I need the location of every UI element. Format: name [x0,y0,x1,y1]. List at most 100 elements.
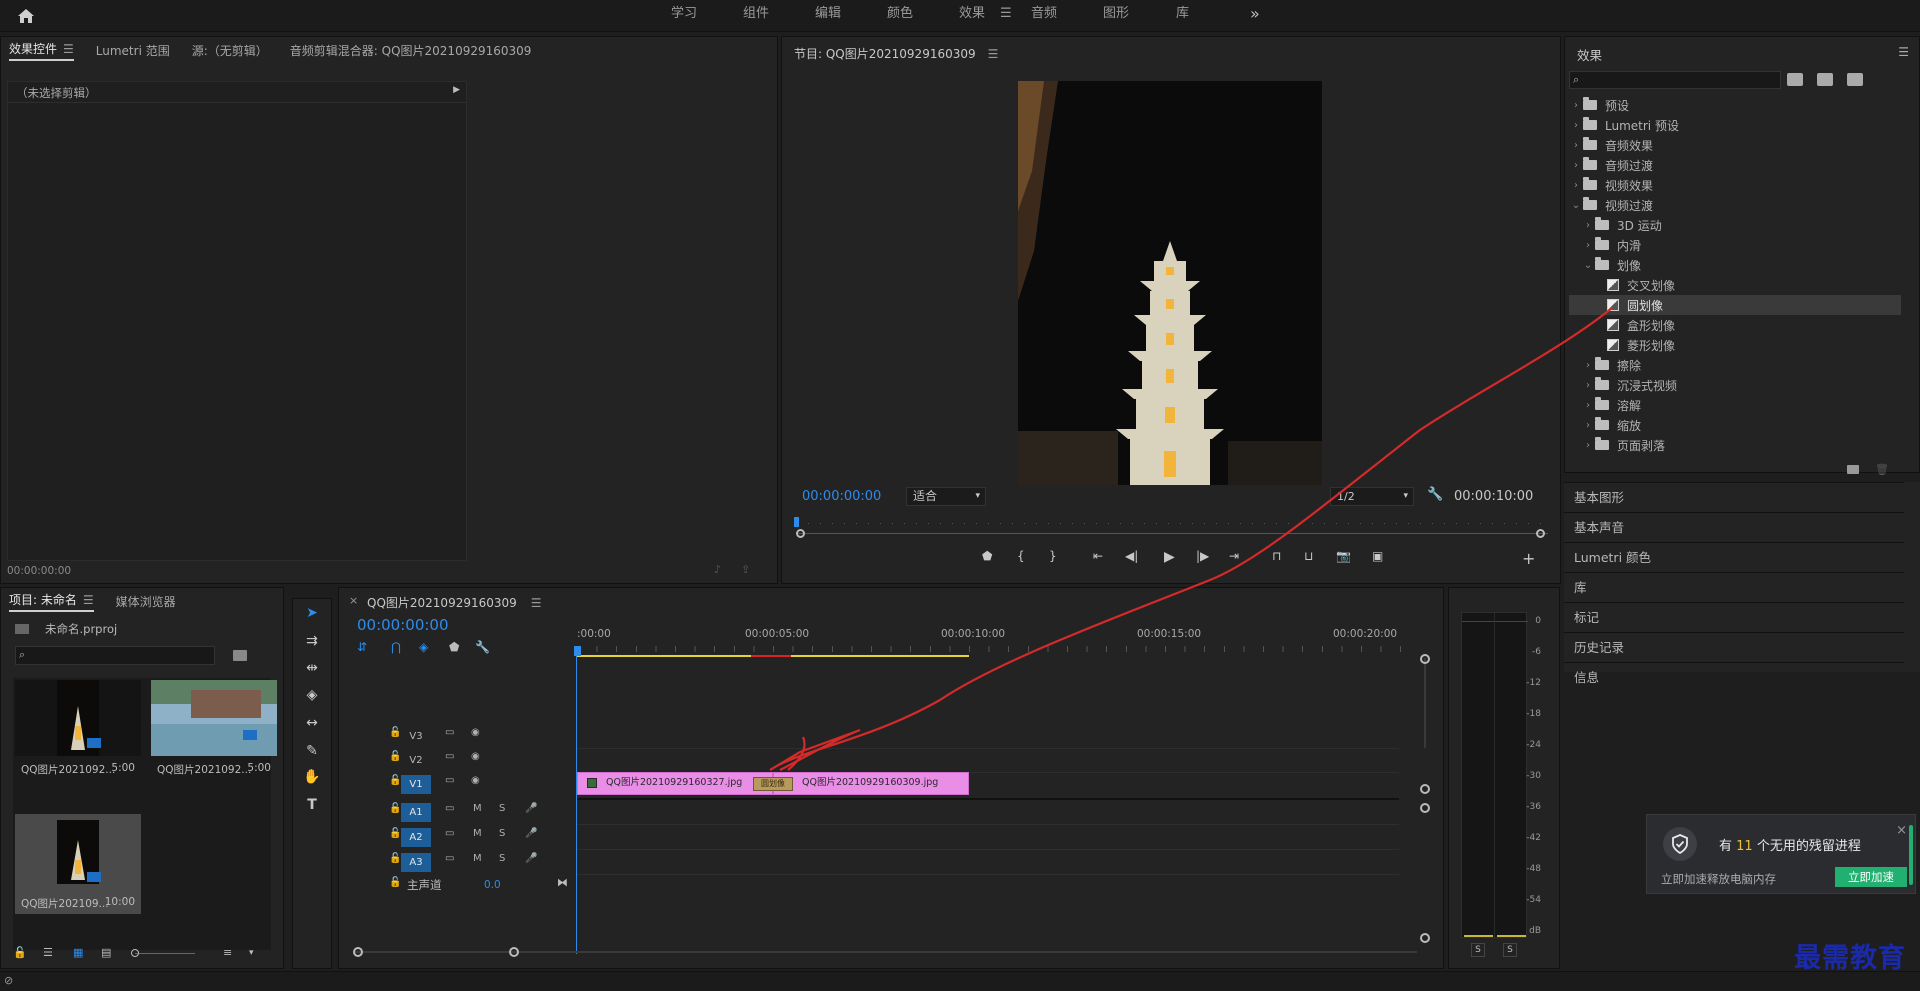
ws-effects-menu-icon[interactable]: ☰ [1000,0,1012,30]
vertical-scroll-video[interactable] [1424,658,1426,748]
chevron-right-icon[interactable]: › [1581,440,1595,451]
lock-icon[interactable]: 🔓 [389,775,401,786]
chevron-right-icon[interactable]: › [1569,140,1583,151]
ws-effects[interactable]: 效果 [959,0,985,30]
solo-button[interactable]: S [499,803,505,814]
snap-icon[interactable]: ⋂ [391,640,401,654]
effect-item[interactable]: 交叉划像 [1569,275,1901,295]
ripple-edit-tool[interactable]: ⇹ [293,656,331,680]
effect-folder[interactable]: › 音频效果 [1569,135,1901,155]
notification-close-icon[interactable]: × [1896,823,1907,838]
eye-icon[interactable]: ◉ [471,727,480,738]
solo-button[interactable]: S [499,853,505,864]
expand-arrow-icon[interactable]: ▶ [453,85,460,95]
lift-button[interactable]: ⊓ [1272,549,1281,563]
export-frame-button[interactable]: 📷 [1336,549,1351,563]
project-search-input[interactable]: ⌕ [15,646,215,665]
chevron-right-icon[interactable]: › [1581,420,1595,431]
more-workspaces-icon[interactable]: » [1250,0,1260,30]
timeline-clip[interactable]: QQ图片20210929160327.jpg [577,772,773,795]
zoom-slider-handle[interactable] [131,949,139,957]
new-bin-button[interactable] [233,650,247,661]
in-point-handle[interactable] [796,529,805,538]
timeline-ruler[interactable]: :00:00 00:00:05:00 00:00:10:00 00:00:15:… [574,628,1417,660]
lock-icon[interactable]: 🔓 [389,828,401,839]
effects-search-input[interactable]: ⌕ [1569,71,1781,89]
eye-icon[interactable]: ◉ [471,751,480,762]
chevron-right-icon[interactable]: › [1581,380,1595,391]
lock-icon[interactable]: 🔓 [389,751,401,762]
tab-project[interactable]: 项目: 未命名 ☰ [9,591,94,612]
panel-libraries[interactable]: 库 [1564,572,1904,602]
effect-folder[interactable]: › Lumetri 预设 [1569,115,1901,135]
ws-color[interactable]: 颜色 [887,0,913,30]
speed-up-button[interactable]: 立即加速 [1835,867,1907,887]
chevron-right-icon[interactable]: › [1581,220,1595,231]
mic-icon[interactable]: 🎤 [525,853,537,864]
solo-left-button[interactable]: S [1471,943,1485,957]
track-select-tool[interactable]: ⇉ [293,629,331,653]
eye-icon[interactable]: ◉ [471,775,480,786]
program-video-frame[interactable] [1018,81,1322,485]
panel-history[interactable]: 历史记录 [1564,632,1904,662]
ws-edit[interactable]: 编辑 [815,0,841,30]
panel-essential-sound[interactable]: 基本声音 [1564,512,1904,542]
comparison-view-button[interactable]: ▣ [1372,549,1383,563]
nest-toggle-icon[interactable]: ⇵ [357,640,367,654]
effect-folder[interactable]: › 音频过渡 [1569,155,1901,175]
toggle-sync-icon[interactable]: ▭ [445,727,454,738]
selection-tool[interactable]: ➤ [293,601,331,625]
ws-audio[interactable]: 音频 [1031,0,1057,30]
new-bin-icon[interactable] [1847,465,1859,474]
type-tool[interactable]: T [293,793,331,817]
hand-tool[interactable]: ✋ [293,765,331,789]
list-view-icon[interactable]: ☰ [43,946,53,959]
effect-item[interactable]: 圆划像 [1569,295,1901,315]
toggle-sync-icon[interactable]: ▭ [445,828,454,839]
step-forward-button[interactable]: |▶ [1196,549,1209,563]
tab-audio-clip-mixer[interactable]: 音频剪辑混合器: QQ图片20210929160309 [290,42,532,59]
chevron-right-icon[interactable]: › [1581,400,1595,411]
lock-icon[interactable]: 🔓 [389,803,401,814]
slip-tool[interactable]: ↔ [293,711,331,735]
scroll-handle[interactable] [1420,784,1430,794]
effects-panel-menu-icon[interactable]: ☰ [1898,45,1909,59]
toggle-sync-icon[interactable]: ▭ [445,775,454,786]
delete-icon[interactable]: 🗑 [1875,463,1889,476]
effect-folder[interactable]: › 溶解 [1569,395,1901,415]
zoom-handle-right[interactable] [509,947,519,957]
tab-source[interactable]: 源:（无剪辑） [192,42,268,59]
chevron-down-icon[interactable]: ▾ [249,948,254,958]
mute-button[interactable]: M [473,828,482,839]
settings-wrench-icon[interactable]: 🔧 [1427,487,1443,502]
effect-item[interactable]: 菱形划像 [1569,335,1901,355]
chevron-right-icon[interactable]: › [1569,100,1583,111]
ws-graphics[interactable]: 图形 [1103,0,1129,30]
effect-folder[interactable]: › 沉浸式视频 [1569,375,1901,395]
effect-folder[interactable]: › 页面剥落 [1569,435,1901,455]
effect-folder[interactable]: › 缩放 [1569,415,1901,435]
effect-folder[interactable]: › 视频效果 [1569,175,1901,195]
toggle-sync-icon[interactable]: ▭ [445,751,454,762]
freeform-view-icon[interactable]: ▤ [101,946,111,959]
mute-button[interactable]: M [473,803,482,814]
timeline-settings-icon[interactable]: 🔧 [475,640,490,654]
add-marker-icon[interactable]: ⬟ [449,640,459,654]
chevron-right-icon[interactable]: › [1569,180,1583,191]
lock-icon[interactable]: 🔓 [389,727,401,738]
timeline-close-icon[interactable]: × [349,594,358,607]
quality-select[interactable]: 1/2 ▾ [1330,487,1414,506]
scroll-handle[interactable] [1420,654,1430,664]
chevron-right-icon[interactable]: › [1581,240,1595,251]
add-marker-button[interactable]: ⬟ [982,549,992,563]
timeline-clip[interactable]: QQ图片20210929160309.jpg [773,772,969,795]
panel-markers[interactable]: 标记 [1564,602,1904,632]
lock-icon[interactable]: 🔓 [389,877,401,888]
timeline-timecode[interactable]: 00:00:00:00 [357,616,449,634]
add-button-icon[interactable]: + [1522,549,1535,568]
project-item-selected[interactable]: QQ图片202109... 10:00 [15,814,141,914]
chevron-right-icon[interactable]: › [1581,360,1595,371]
program-timecode-current[interactable]: 00:00:00:00 [802,489,881,504]
32bit-effects-icon[interactable] [1817,73,1833,86]
audio-export-icon[interactable]: ♪ [714,563,721,576]
